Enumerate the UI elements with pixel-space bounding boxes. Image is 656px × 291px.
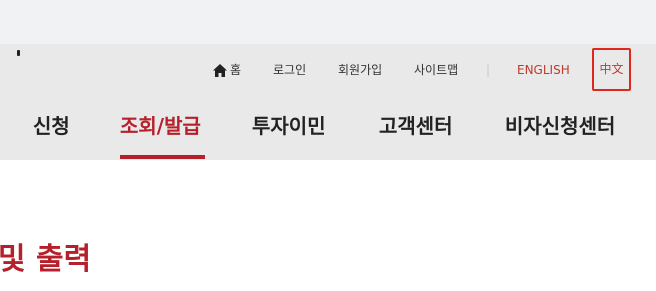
home-link[interactable]: 홈 bbox=[213, 60, 241, 80]
logo-fragment bbox=[17, 50, 20, 56]
nav-item-apply[interactable]: 신청 bbox=[33, 113, 70, 139]
utility-nav: 홈 로그인 회원가입 사이트맵 | ENGLISH 中文 bbox=[0, 48, 656, 91]
active-nav-underline bbox=[120, 155, 205, 159]
nav-item-customer-center[interactable]: 고객센터 bbox=[379, 113, 453, 139]
nav-item-investment-immigration[interactable]: 투자이민 bbox=[252, 113, 326, 139]
home-label: 홈 bbox=[230, 63, 242, 77]
page-title: 및 출력 bbox=[0, 242, 92, 277]
top-strip bbox=[0, 0, 656, 44]
home-icon bbox=[213, 63, 227, 77]
nav-divider: | bbox=[486, 63, 491, 77]
nav-item-visa-center[interactable]: 비자신청센터 bbox=[505, 113, 615, 139]
sitemap-link[interactable]: 사이트맵 bbox=[414, 60, 458, 80]
nav-item-inquiry-issue[interactable]: 조회/발급 bbox=[120, 113, 201, 139]
english-link[interactable]: ENGLISH bbox=[517, 60, 570, 80]
join-link[interactable]: 회원가입 bbox=[338, 60, 382, 80]
login-link[interactable]: 로그인 bbox=[273, 60, 306, 80]
chinese-link[interactable]: 中文 bbox=[592, 48, 631, 91]
main-nav: 신청 조회/발급 투자이민 고객센터 비자신청센터 bbox=[0, 100, 656, 160]
